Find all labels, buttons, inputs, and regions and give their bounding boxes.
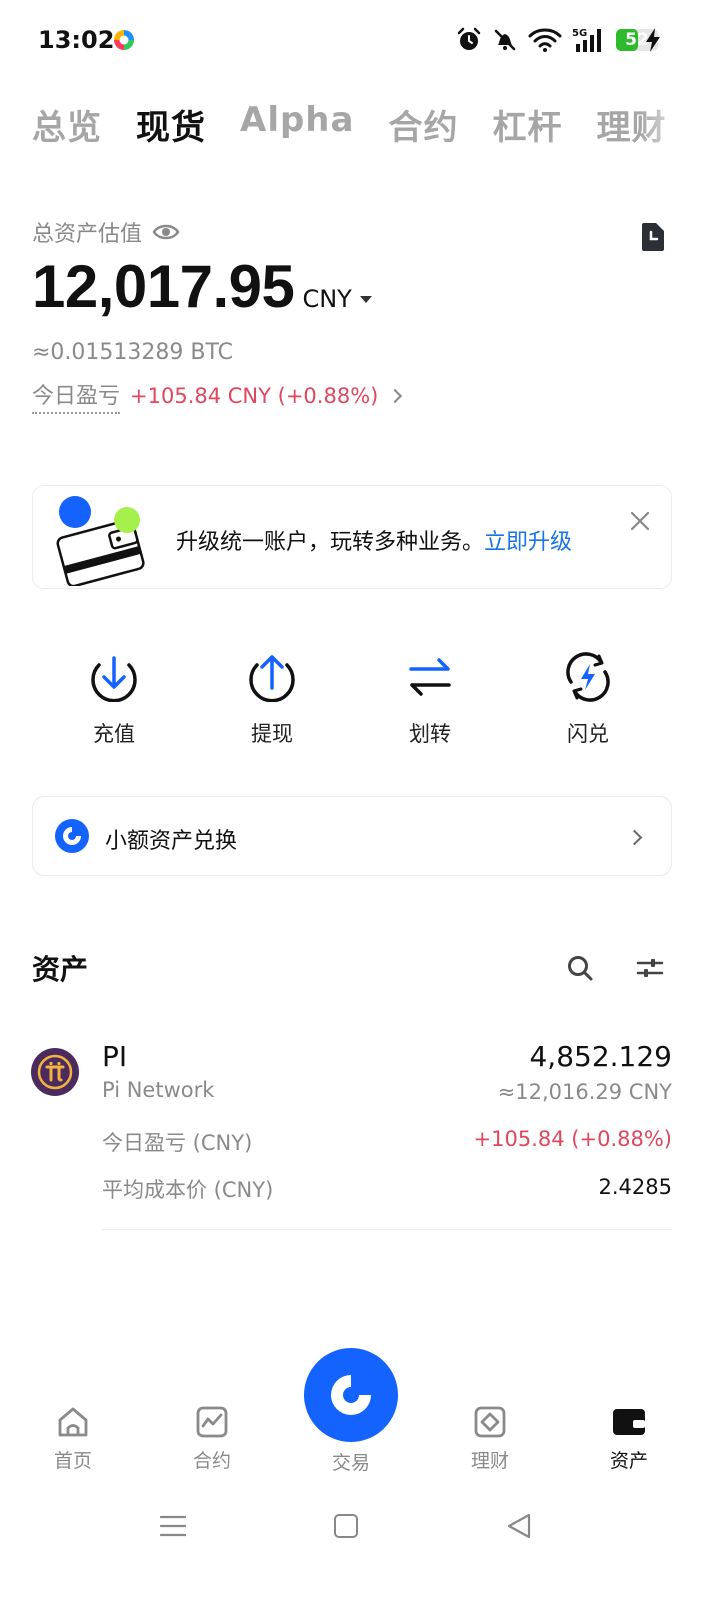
divider: [102, 1229, 672, 1230]
nav-trade-label: 交易: [331, 1452, 370, 1474]
recent-apps-icon[interactable]: [160, 1514, 186, 1538]
nav-home-label: 首页: [53, 1450, 92, 1472]
eye-icon[interactable]: [152, 223, 180, 241]
withdraw-button[interactable]: 提现: [193, 652, 351, 748]
search-icon[interactable]: [566, 954, 594, 982]
nav-assets-label: 资产: [609, 1450, 648, 1472]
asset-name: Pi Network: [102, 1078, 215, 1102]
wifi-icon: [528, 28, 562, 52]
wallet-icon: [613, 1409, 645, 1435]
home-button[interactable]: [334, 1514, 358, 1538]
chevron-right-icon: [388, 388, 403, 404]
cellular-signal-icon: 5G: [572, 28, 601, 52]
flash-convert-label: 闪兑: [567, 722, 609, 746]
caret-down-icon: [359, 295, 372, 303]
tab-spot[interactable]: 现货: [136, 100, 206, 150]
svg-text:5G: 5G: [572, 28, 587, 39]
system-navigation-bar: [0, 1500, 720, 1560]
withdraw-icon: [249, 655, 295, 702]
assets-section-title: 资产: [32, 953, 89, 986]
transfer-label: 划转: [409, 722, 451, 746]
asset-symbol: PI: [102, 1040, 128, 1073]
small-asset-exchange-label: 小额资产兑换: [105, 829, 238, 854]
app-notification-icon: [114, 30, 134, 50]
nav-earn-label: 理财: [470, 1450, 509, 1472]
history-icon[interactable]: [638, 221, 668, 253]
nav-assets[interactable]: 资产: [584, 1404, 674, 1473]
status-time: 13:02: [38, 26, 115, 54]
deposit-button[interactable]: 充值: [35, 652, 193, 748]
banner-message: 升级统一账户，玩转多种业务。立即升级: [176, 530, 573, 555]
close-icon[interactable]: [629, 510, 651, 532]
tab-alpha[interactable]: Alpha: [240, 100, 354, 150]
balance-label: 总资产估值: [32, 222, 143, 247]
transfer-icon: [409, 658, 451, 696]
pi-network-coin-icon: [31, 1048, 79, 1096]
asset-pnl-value: +105.84 (+0.88%): [473, 1127, 672, 1151]
asset-avg-cost-value: 2.4285: [598, 1175, 672, 1199]
nav-earn[interactable]: 理财: [445, 1404, 535, 1473]
nav-futures-label: 合约: [192, 1450, 231, 1472]
futures-icon: [196, 1406, 228, 1438]
account-tabs: 总览 现货 Alpha 合约 杠杆 理财: [32, 100, 682, 150]
charging-icon: [646, 28, 660, 52]
asset-cny-value: ≈12,016.29 CNY: [497, 1080, 672, 1104]
tab-margin[interactable]: 杠杆: [492, 100, 562, 150]
balance-row: 12,017.95 CNY: [32, 252, 372, 321]
asset-amount: 4,852.129: [529, 1040, 672, 1073]
flash-convert-icon: [566, 652, 610, 702]
earn-icon: [474, 1406, 506, 1438]
exchange-logo-icon: [55, 819, 89, 853]
today-pnl-label[interactable]: 今日盈亏: [32, 378, 121, 414]
mute-bell-icon: [494, 29, 516, 51]
today-pnl-value: +105.84 CNY (+0.88%): [130, 384, 379, 408]
bottom-navigation: 首页 合约 交易 理财 资产: [0, 1348, 720, 1490]
nav-trade-button[interactable]: [304, 1348, 398, 1442]
small-asset-exchange[interactable]: 小额资产兑换: [32, 796, 672, 876]
upgrade-now-link[interactable]: 立即升级: [484, 530, 572, 555]
asset-avg-cost-label: 平均成本价 (CNY): [102, 1178, 274, 1202]
balance-label-row: 总资产估值: [32, 216, 180, 248]
upgrade-banner[interactable]: 升级统一账户，玩转多种业务。立即升级: [32, 485, 672, 589]
filter-settings-icon[interactable]: [636, 956, 664, 980]
tabs-overflow-fade: [640, 96, 720, 156]
currency-label: CNY: [302, 285, 352, 313]
alarm-icon: [457, 27, 481, 50]
balance-amount: 12,017.95: [32, 253, 295, 320]
back-icon[interactable]: [506, 1512, 532, 1540]
today-pnl-row[interactable]: 今日盈亏 +105.84 CNY (+0.88%): [32, 378, 403, 414]
asset-pnl-label: 今日盈亏 (CNY): [102, 1131, 253, 1155]
btc-equivalent: ≈0.01513289 BTC: [32, 340, 233, 365]
tab-overview[interactable]: 总览: [32, 100, 102, 150]
home-icon: [58, 1407, 88, 1437]
chevron-right-icon: [626, 829, 643, 846]
currency-selector[interactable]: CNY: [302, 285, 372, 313]
transfer-button[interactable]: 划转: [351, 652, 509, 748]
wallet-illustration: [56, 496, 145, 586]
flash-convert-button[interactable]: 闪兑: [509, 652, 667, 748]
status-bar: 13:02 5G 52: [0, 0, 720, 80]
trade-icon: [331, 1375, 371, 1415]
nav-home[interactable]: 首页: [28, 1404, 118, 1473]
tab-futures[interactable]: 合约: [388, 100, 458, 150]
nav-futures[interactable]: 合约: [167, 1404, 257, 1473]
quick-actions: 充值 提现 划转 闪兑: [35, 652, 685, 748]
deposit-icon: [91, 656, 137, 702]
withdraw-label: 提现: [251, 722, 293, 746]
deposit-label: 充值: [93, 722, 135, 746]
